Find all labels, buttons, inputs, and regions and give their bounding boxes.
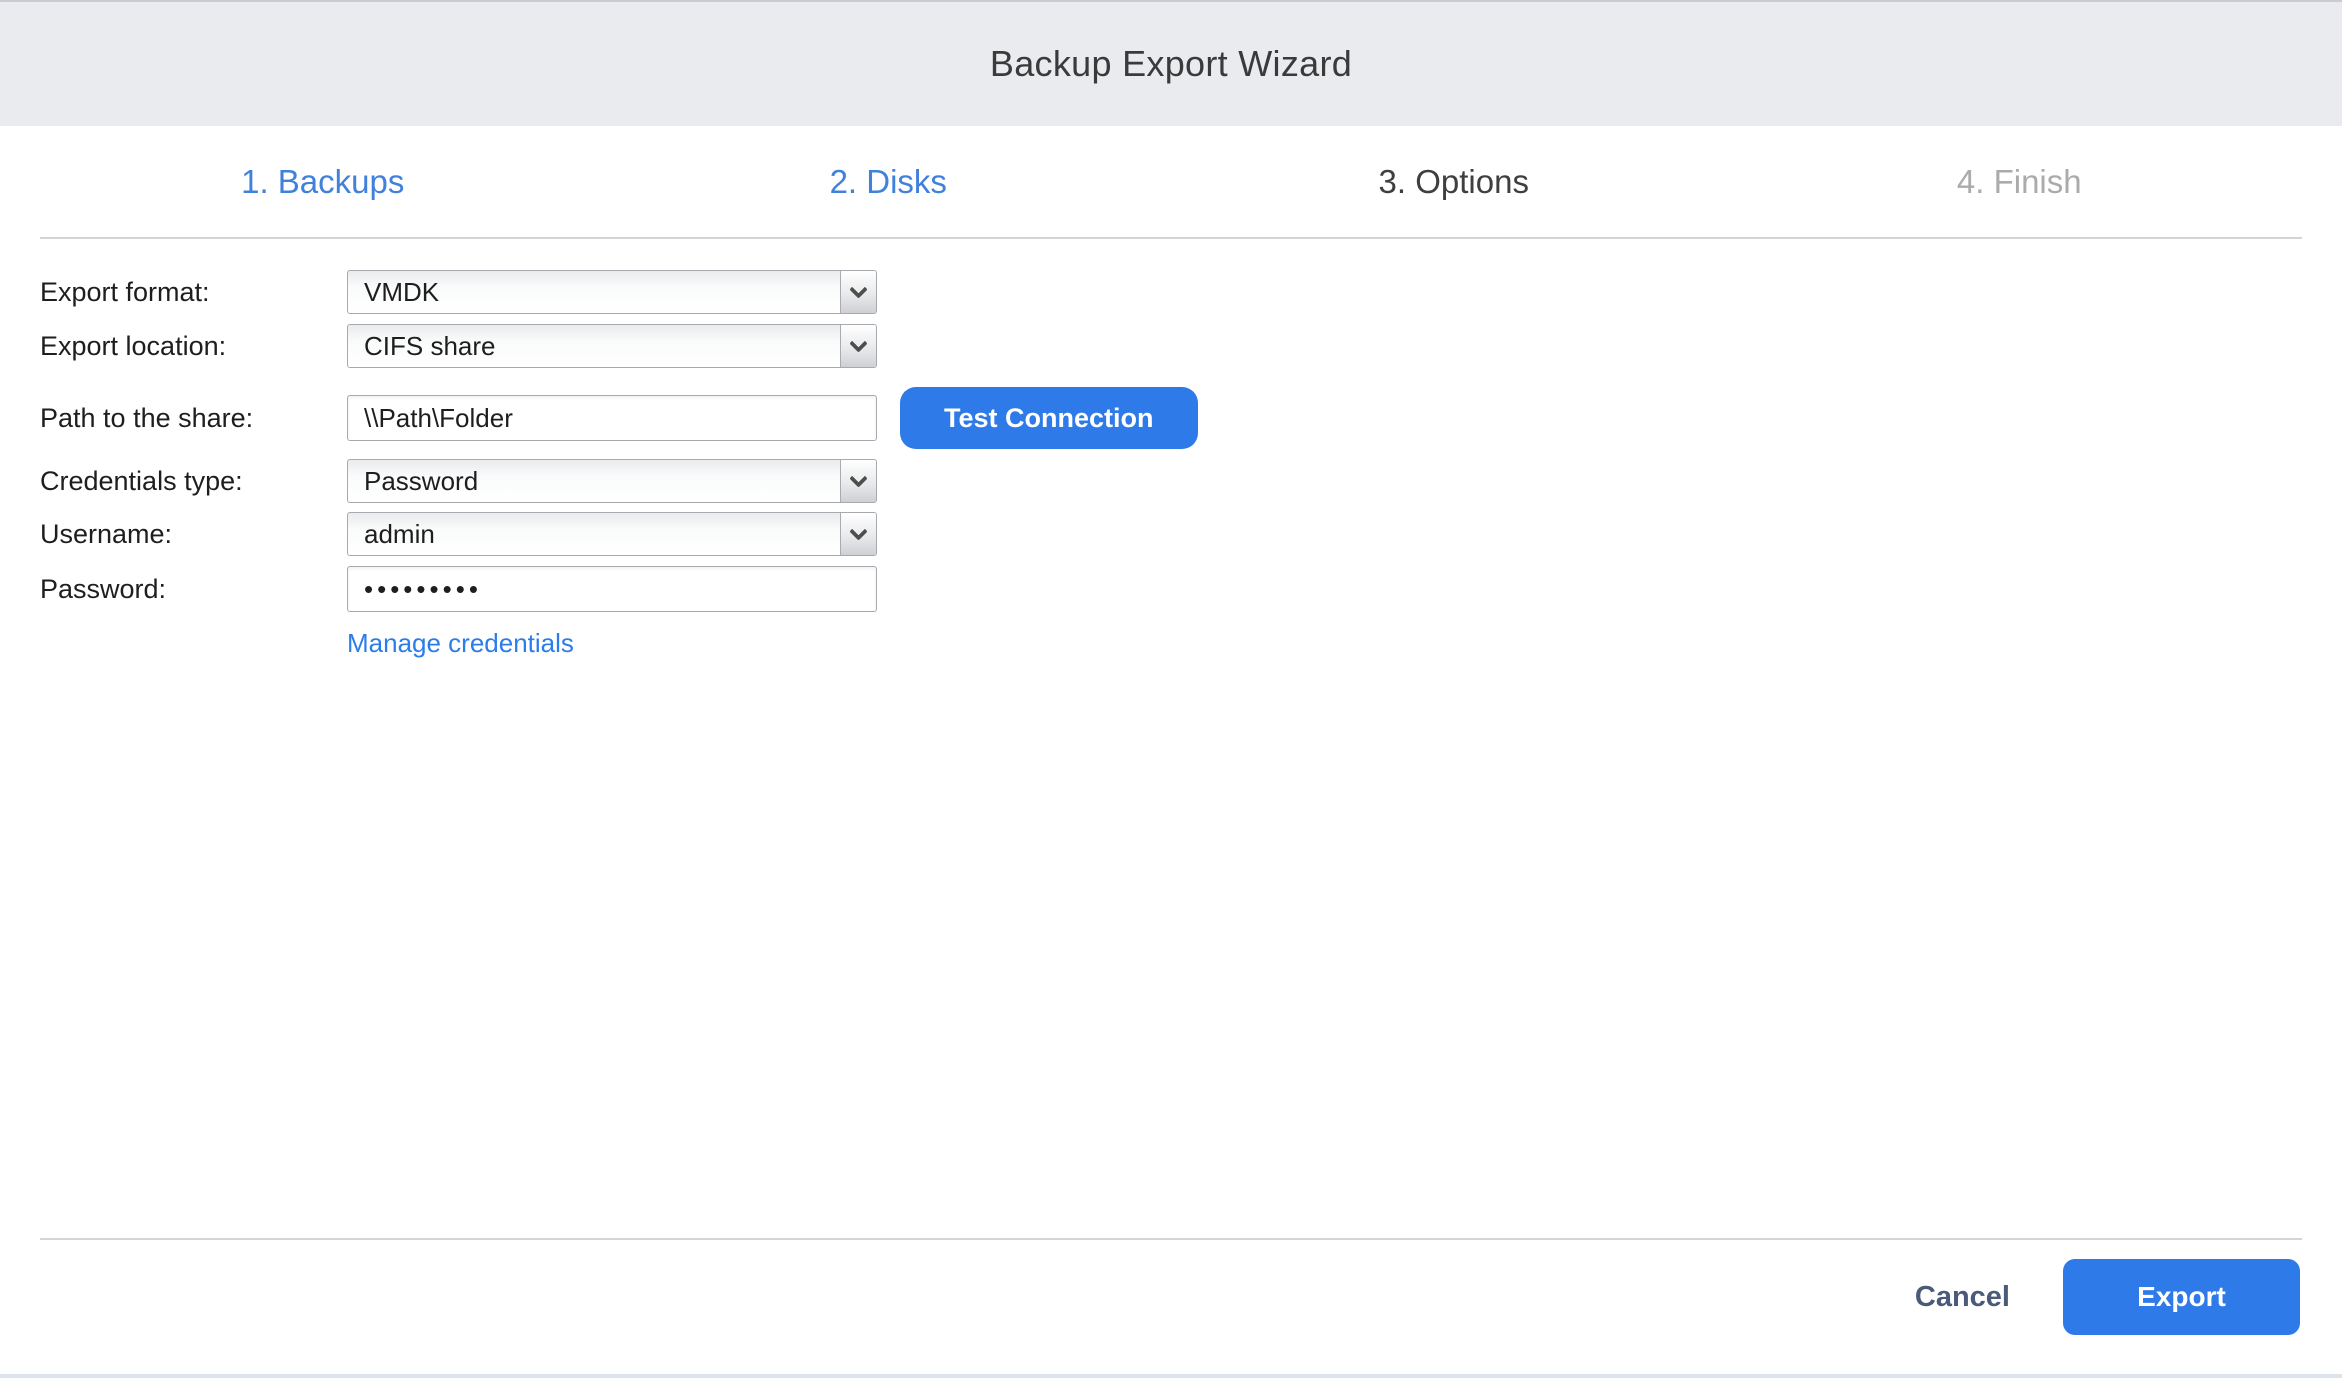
credentials-type-label: Credentials type: <box>40 466 347 497</box>
credentials-type-row: Credentials type: Password <box>40 459 2342 503</box>
password-row: Password: <box>40 566 2342 612</box>
chevron-down-icon <box>840 513 876 555</box>
export-format-select[interactable]: VMDK <box>347 270 877 314</box>
page-title: Backup Export Wizard <box>990 43 1352 85</box>
credentials-type-value: Password <box>364 466 530 497</box>
password-label: Password: <box>40 574 347 605</box>
credentials-type-select[interactable]: Password <box>347 459 877 503</box>
export-location-value: CIFS share <box>364 331 548 362</box>
chevron-down-icon <box>840 460 876 502</box>
export-format-row: Export format: VMDK <box>40 270 2342 314</box>
wizard-header: Backup Export Wizard <box>0 2 2342 126</box>
share-path-input[interactable] <box>347 395 877 441</box>
step-finish: 4. Finish <box>1737 163 2303 201</box>
share-path-row: Path to the share: Test Connection <box>40 387 2342 449</box>
share-path-label: Path to the share: <box>40 403 347 434</box>
backup-export-wizard-dialog: Backup Export Wizard 1. Backups 2. Disks… <box>0 0 2342 659</box>
step-backups[interactable]: 1. Backups <box>40 163 606 201</box>
export-location-row: Export location: CIFS share <box>40 324 2342 368</box>
chevron-down-icon <box>840 271 876 313</box>
test-connection-button[interactable]: Test Connection <box>900 387 1198 449</box>
footer-divider <box>40 1238 2302 1240</box>
dialog-bottom-edge <box>0 1374 2342 1378</box>
export-options-form: Export format: VMDK Export location: CIF… <box>0 239 2342 659</box>
chevron-down-icon <box>840 325 876 367</box>
export-location-select[interactable]: CIFS share <box>347 324 877 368</box>
export-format-value: VMDK <box>364 277 491 308</box>
username-label: Username: <box>40 519 347 550</box>
step-disks[interactable]: 2. Disks <box>606 163 1172 201</box>
password-field[interactable] <box>347 566 877 612</box>
export-button[interactable]: Export <box>2063 1259 2300 1335</box>
step-options[interactable]: 3. Options <box>1171 163 1737 201</box>
manage-credentials-link[interactable]: Manage credentials <box>347 628 574 659</box>
username-row: Username: admin <box>40 512 2342 556</box>
export-location-label: Export location: <box>40 331 347 362</box>
username-value: admin <box>364 519 487 550</box>
cancel-button[interactable]: Cancel <box>1915 1281 2010 1314</box>
export-format-label: Export format: <box>40 277 347 308</box>
wizard-step-nav: 1. Backups 2. Disks 3. Options 4. Finish <box>40 126 2302 237</box>
footer-actions: Cancel Export <box>1915 1259 2300 1335</box>
username-select[interactable]: admin <box>347 512 877 556</box>
